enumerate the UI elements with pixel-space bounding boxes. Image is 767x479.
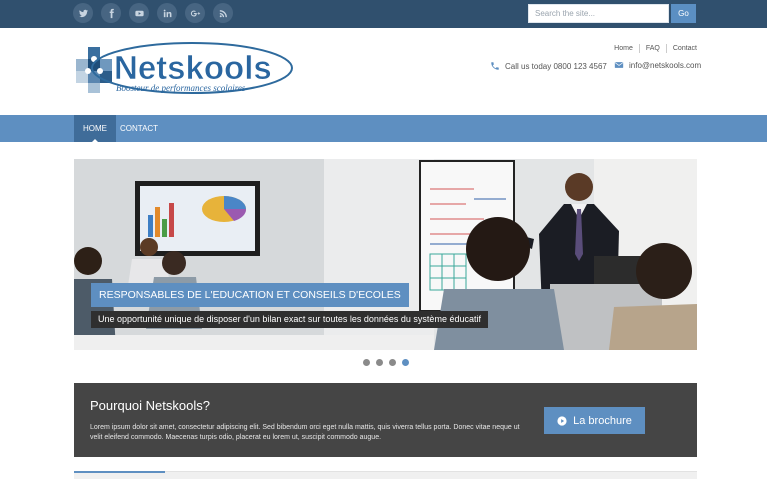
contact-email: info@netskools.com [614,60,701,70]
envelope-icon [614,62,624,68]
slider-dot-1[interactable] [363,359,370,366]
hero-slider[interactable]: RESPONSABLES DE L'EDUCATION ET CONSEILS … [74,159,697,350]
googleplus-icon[interactable] [185,3,205,23]
linkedin-icon[interactable] [157,3,177,23]
slide-caption-title: RESPONSABLES DE L'EDUCATION ET CONSEILS … [91,283,409,307]
brochure-button[interactable]: La brochure [544,407,645,434]
twitter-icon[interactable] [73,3,93,23]
search-go-button[interactable]: Go [671,4,696,23]
rss-icon[interactable] [213,3,233,23]
slider-dot-2[interactable] [376,359,383,366]
nav-item-contact[interactable]: Contact [111,115,167,142]
contact-email-text[interactable]: info@netskools.com [629,61,701,70]
slider-dot-4[interactable] [402,359,409,366]
facebook-icon[interactable] [101,3,121,23]
site-logo[interactable]: Netskools Boosteur de performances scola… [74,41,296,101]
contact-phone: Call us today 0800 123 4567 [490,61,607,71]
slider-dot-3[interactable] [389,359,396,366]
brochure-button-label: La brochure [573,414,632,427]
nav-item-home[interactable]: Home [74,115,116,142]
search-input[interactable] [528,4,669,23]
phone-icon [491,62,499,70]
top-link-faq[interactable]: FAQ [638,44,666,53]
social-links [73,3,233,23]
top-links: Home FAQ Contact [608,44,697,53]
top-bar: Go [0,0,767,28]
slide-caption-subtitle: Une opportunité unique de disposer d'un … [91,311,488,328]
youtube-icon[interactable] [129,3,149,23]
top-link-home[interactable]: Home [608,44,639,53]
main-nav: Home Contact [0,115,767,142]
play-circle-icon [557,415,567,426]
why-text: Lorem ipsum dolor sit amet, consectetur … [90,424,520,441]
why-panel: Pourquoi Netskools? Lorem ipsum dolor si… [74,383,697,457]
logo-wordmark: Netskools [114,49,272,86]
content-tabs-bar [74,471,697,479]
top-link-contact[interactable]: Contact [665,44,697,53]
content-tab-active[interactable] [74,471,165,473]
slider-dots [363,359,409,366]
why-title: Pourquoi Netskools? [90,398,210,413]
logo-tagline: Boosteur de performances scolaires [116,83,246,93]
contact-phone-text: Call us today 0800 123 4567 [505,61,607,71]
